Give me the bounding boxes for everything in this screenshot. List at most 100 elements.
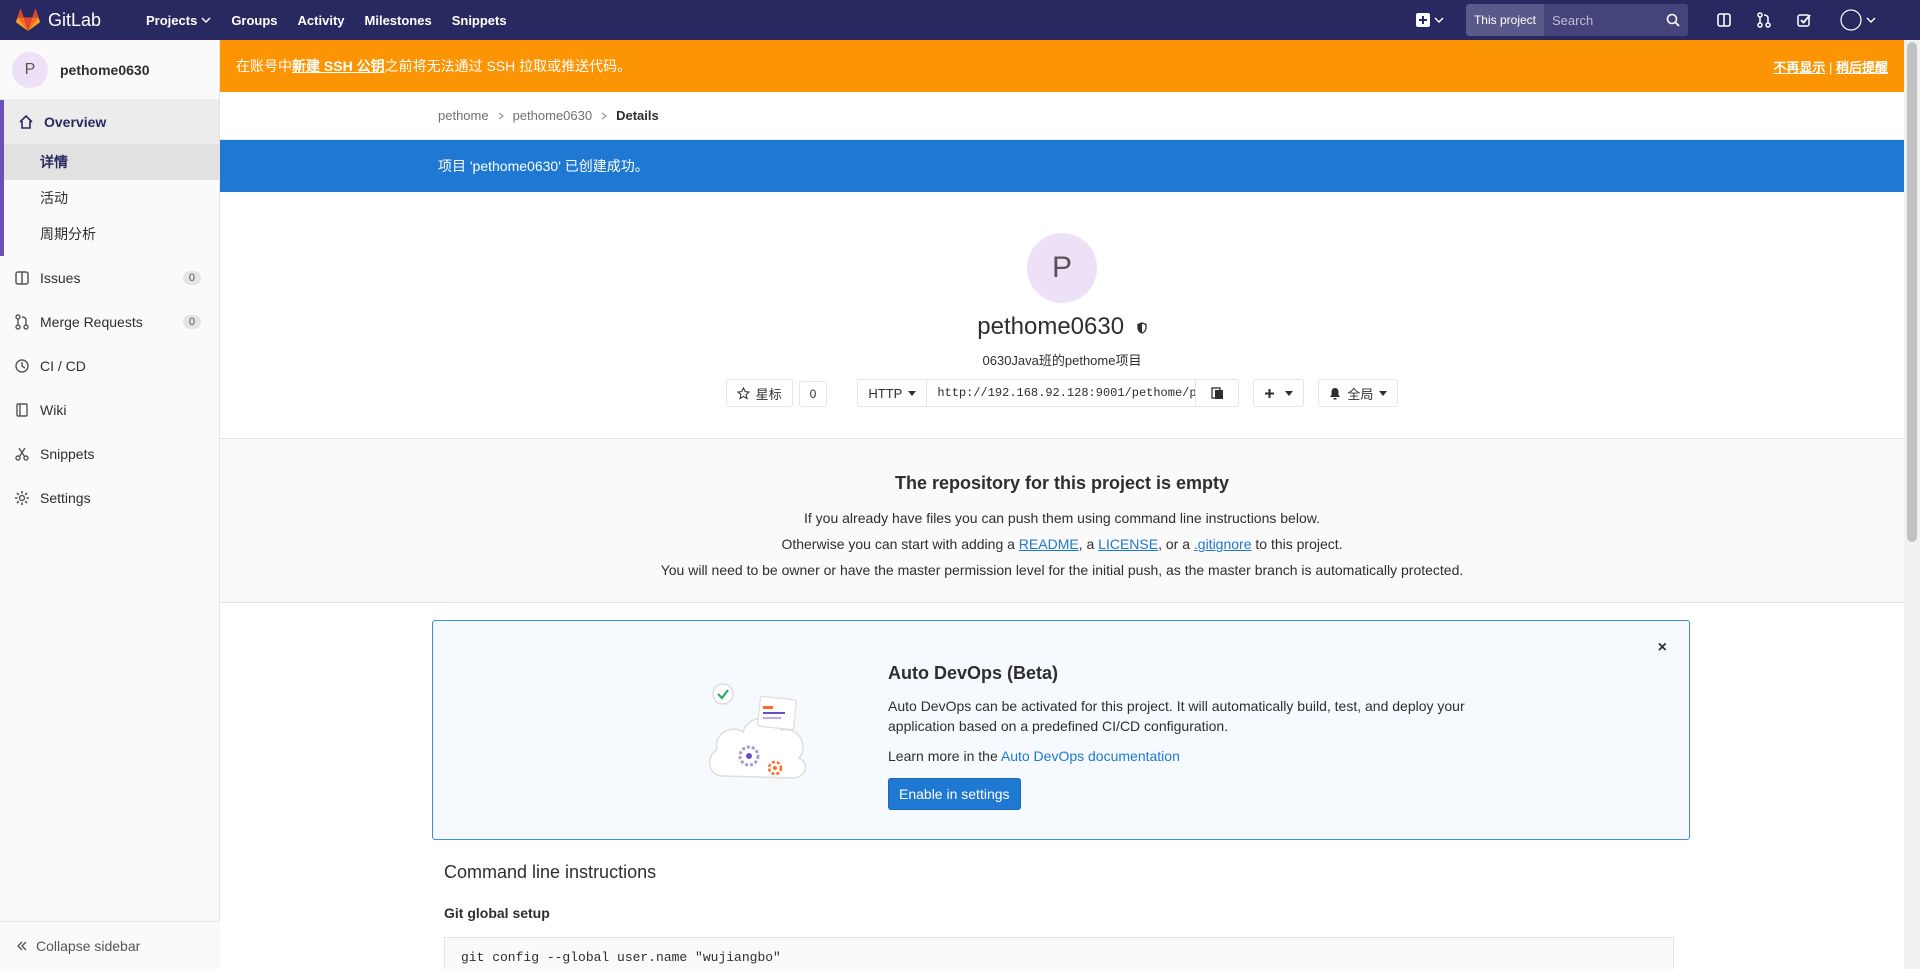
search-box [1544, 4, 1688, 36]
rocket-icon [15, 359, 29, 373]
auto-devops-docs-link[interactable]: Auto DevOps documentation [1001, 748, 1180, 764]
breadcrumb-project[interactable]: pethome0630 [513, 108, 593, 123]
add-gitignore-link[interactable]: .gitignore [1194, 536, 1252, 552]
brand-name: GitLab [48, 9, 102, 30]
remind-later-link[interactable]: 稍后提醒 [1836, 60, 1888, 75]
home-icon [19, 114, 33, 129]
sidebar-subitem-activity[interactable]: 活动 [4, 180, 219, 216]
add-license-link[interactable]: LICENSE [1098, 536, 1158, 552]
add-file-dropdown[interactable] [1253, 379, 1305, 407]
ssh-warning-after: 之前将无法通过 SSH 拉取或推送代码。 [384, 58, 632, 74]
sidebar-item-snippets[interactable]: Snippets [0, 432, 219, 476]
sidebar-overview-group: Overview 详情 活动 周期分析 [0, 100, 219, 256]
caret-down-icon [1285, 391, 1294, 396]
main-nav: Projects Groups Activity Milestones Snip… [136, 13, 517, 28]
caret-down-icon [1379, 391, 1388, 396]
user-menu[interactable] [1838, 8, 1878, 32]
notification-dropdown[interactable]: 全局 [1318, 379, 1399, 407]
auto-devops-learn-more: Learn more in the Auto DevOps documentat… [888, 746, 1488, 766]
sidebar-item-label: Merge Requests [40, 314, 143, 330]
merge-requests-count-badge: 0 [182, 315, 201, 329]
auto-devops-banner: × Auto DevOps (Beta) Auto DevOps can be … [432, 620, 1690, 840]
auto-devops-illustration-icon [708, 683, 807, 779]
merge-requests-nav-button[interactable] [1752, 8, 1776, 32]
scissors-icon [15, 447, 29, 461]
project-home-panel: P pethome0630 0630Java班的pethome项目 星标 0 H… [220, 192, 1904, 439]
collapse-sidebar-button[interactable]: Collapse sidebar [0, 921, 220, 969]
sidebar-item-label: Wiki [40, 402, 67, 418]
project-sidebar: P pethome0630 Overview 详情 活动 周期分析 Issues… [0, 40, 220, 969]
sidebar-project-name: pethome0630 [60, 61, 150, 78]
empty-repo-text: , or a [1158, 536, 1194, 552]
add-ssh-key-link[interactable]: 新建 SSH 公钥 [292, 56, 385, 76]
search-input[interactable] [1552, 12, 1662, 28]
nav-projects[interactable]: Projects [136, 13, 221, 28]
scrollbar-thumb[interactable] [1907, 42, 1917, 542]
sidebar-project-header[interactable]: P pethome0630 [0, 40, 219, 100]
git-config-code: git config --global user.name "wujiangbo… [444, 937, 1674, 969]
shield-icon [1137, 321, 1147, 334]
collapse-sidebar-label: Collapse sidebar [36, 937, 141, 954]
project-actions: 星标 0 HTTP http://192.168.92.128:9001/pet… [220, 379, 1904, 407]
command-line-instructions: Command line instructions Git global set… [444, 862, 1674, 969]
dont-show-again-link[interactable]: 不再显示 [1773, 60, 1825, 75]
close-icon[interactable]: × [1658, 639, 1667, 657]
todo-check-icon [1797, 14, 1811, 27]
sidebar-subitem-details[interactable]: 详情 [4, 144, 219, 180]
clipboard-icon [1211, 387, 1223, 399]
breadcrumb: pethome pethome0630 Details [220, 92, 1904, 140]
chevron-right-icon [498, 112, 504, 119]
sidebar-item-merge-requests[interactable]: Merge Requests 0 [0, 300, 219, 344]
sidebar-subitem-cycle-analytics[interactable]: 周期分析 [4, 216, 219, 252]
star-count[interactable]: 0 [798, 381, 828, 407]
top-navbar: GitLab Projects Groups Activity Mileston… [0, 0, 1920, 40]
clone-url-input[interactable]: http://192.168.92.128:9001/pethome/petho… [927, 379, 1196, 407]
clone-protocol-dropdown[interactable]: HTTP [857, 379, 928, 407]
copy-url-button[interactable] [1195, 379, 1240, 407]
nav-groups[interactable]: Groups [221, 13, 287, 28]
search-scope[interactable]: This project [1465, 4, 1544, 36]
enable-in-settings-button[interactable]: Enable in settings [888, 778, 1021, 810]
project-title: pethome0630 [220, 313, 1904, 341]
clone-group: HTTP http://192.168.92.128:9001/pethome/… [857, 379, 1240, 407]
issues-nav-button[interactable] [1712, 8, 1736, 32]
sidebar-item-wiki[interactable]: Wiki [0, 388, 219, 432]
sidebar-item-issues[interactable]: Issues 0 [0, 256, 219, 300]
cli-title: Command line instructions [444, 862, 657, 882]
auto-devops-content: Auto DevOps (Beta) Auto DevOps can be ac… [888, 663, 1488, 810]
nav-milestones[interactable]: Milestones [355, 13, 442, 28]
issues-icon [1717, 13, 1731, 27]
ssh-warning-before: 在账号中 [236, 58, 292, 74]
sidebar-item-settings[interactable]: Settings [0, 476, 219, 520]
overview-submenu: 详情 活动 周期分析 [4, 144, 219, 256]
page-scrollbar[interactable] [1904, 40, 1920, 969]
sidebar-item-label: Settings [40, 490, 91, 506]
notification-label: 全局 [1347, 386, 1374, 402]
auto-devops-title: Auto DevOps (Beta) [888, 663, 1059, 683]
nav-projects-label: Projects [146, 12, 198, 28]
ssh-warning-divider: | [1825, 60, 1836, 75]
star-button[interactable]: 星标 [725, 379, 793, 407]
add-readme-link[interactable]: README [1019, 536, 1079, 552]
empty-repo-text: to this project. [1251, 536, 1343, 552]
caret-down-icon [908, 391, 917, 396]
star-label: 星标 [755, 386, 782, 402]
project-avatar-large: P [1027, 233, 1097, 303]
gitlab-home-link[interactable]: GitLab [0, 9, 120, 31]
avatar-icon [1840, 9, 1862, 31]
new-dropdown[interactable] [1414, 8, 1446, 32]
issues-icon [15, 271, 29, 285]
project-avatar: P [12, 51, 48, 88]
nav-activity[interactable]: Activity [288, 13, 355, 28]
ssh-key-warning: 在账号中 新建 SSH 公钥 之前将无法通过 SSH 拉取或推送代码。 不再显示… [220, 40, 1904, 92]
breadcrumb-current: Details [616, 108, 659, 123]
nav-snippets[interactable]: Snippets [442, 13, 517, 28]
breadcrumb-namespace[interactable]: pethome [438, 108, 489, 123]
gitlab-logo-icon [16, 9, 40, 31]
merge-request-icon [1757, 12, 1771, 28]
chevron-down-icon [1866, 17, 1876, 24]
todos-nav-button[interactable] [1792, 8, 1816, 32]
sidebar-item-overview[interactable]: Overview [4, 100, 219, 144]
sidebar-item-ci-cd[interactable]: CI / CD [0, 344, 219, 388]
double-chevron-left-icon [17, 941, 27, 950]
